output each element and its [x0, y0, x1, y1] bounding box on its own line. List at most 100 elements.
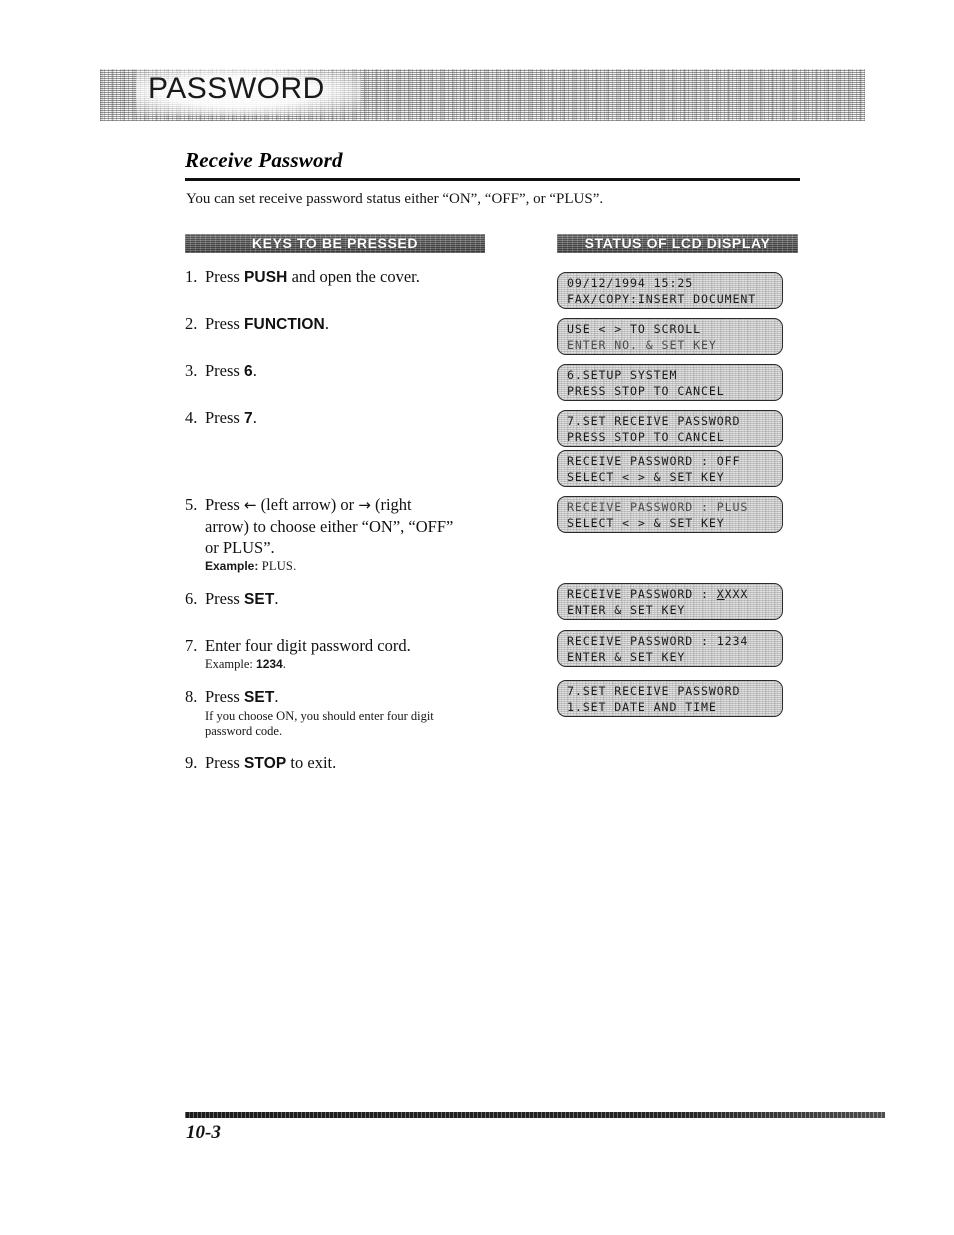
- example-tail: .: [282, 657, 286, 671]
- example-value: 1234: [256, 657, 283, 671]
- step-text-line3: or PLUS”.: [205, 538, 275, 557]
- step-text-tail: .: [274, 687, 279, 706]
- step-note-7: Example: 1234.: [185, 657, 515, 672]
- lcd-line-1: 7.SET RECEIVE PASSWORD: [567, 684, 741, 698]
- lcd-line-1: USE < > TO SCROLL: [567, 322, 701, 336]
- chapter-banner: PASSWORD: [100, 69, 865, 121]
- lcd-line-1: 7.SET RECEIVE PASSWORD: [567, 414, 741, 428]
- key-label-push: PUSH: [243, 269, 288, 286]
- step-text-tail: .: [252, 408, 257, 427]
- lcd-line-1: RECEIVE PASSWORD : 1234: [567, 634, 749, 648]
- lcd-line-1: 6.SETUP SYSTEM: [567, 368, 678, 382]
- step-number: 4.: [185, 408, 198, 427]
- lcd-line-2: FAX/COPY:INSERT DOCUMENT: [567, 291, 757, 306]
- lcd-panel-7: RECEIVE PASSWORD : XXXX ENTER & SET KEY: [557, 583, 783, 620]
- footer-divider: [185, 1112, 885, 1118]
- lcd-line-1: RECEIVE PASSWORD : OFF: [567, 454, 741, 468]
- step-number: 8.: [185, 687, 198, 706]
- lcd-line-2: 1.SET DATE AND TIME: [567, 699, 717, 714]
- step-text-mid: (left arrow) or: [256, 495, 359, 514]
- step-note-8: If you choose ON, you should enter four …: [185, 709, 515, 739]
- step-text-tail: (right: [370, 495, 412, 514]
- step-text: Enter four digit password cord.: [205, 636, 411, 655]
- step-item-4: 4. Press 7.: [185, 407, 515, 429]
- key-label-set: SET: [243, 591, 275, 608]
- step-item-3: 3. Press 6.: [185, 360, 515, 382]
- lcd-line-1: RECEIVE PASSWORD : XXXX: [567, 587, 782, 603]
- step-text: Press: [205, 267, 244, 286]
- key-label-set: SET: [243, 689, 275, 706]
- section-heading: Receive Password: [185, 148, 343, 172]
- intro-paragraph: You can set receive password status eith…: [186, 191, 604, 207]
- step-number: 7.: [185, 636, 198, 655]
- step-number: 3.: [185, 361, 198, 380]
- lcd-line-2: ENTER & SET KEY: [567, 602, 686, 617]
- lcd-panel-4: 7.SET RECEIVE PASSWORD PRESS STOP TO CAN…: [557, 410, 783, 447]
- step-text-tail: .: [274, 589, 279, 608]
- step-text-tail: and open the cover.: [287, 267, 420, 286]
- lcd-panel-6: RECEIVE PASSWORD : PLUS SELECT < > & SET…: [557, 496, 783, 533]
- lcd-column-header: STATUS OF LCD DISPLAY: [557, 234, 798, 253]
- step-text: Press: [205, 495, 244, 514]
- manual-page: PASSWORD Receive Password You can set re…: [0, 0, 954, 1235]
- step-item-2: 2. Press FUNCTION.: [185, 313, 515, 335]
- step-text-tail: .: [252, 361, 257, 380]
- lcd-line-1: RECEIVE PASSWORD : PLUS: [567, 500, 749, 514]
- step-text-tail: to exit.: [286, 753, 337, 772]
- step-item-7: 7. Enter four digit password cord. Exampl…: [185, 635, 515, 672]
- keys-column-header-label: KEYS TO BE PRESSED: [251, 235, 419, 251]
- lcd-line-2: PRESS STOP TO CANCEL: [567, 429, 725, 444]
- page-number: 10-3: [186, 1122, 221, 1143]
- step-number: 6.: [185, 589, 198, 608]
- step-item-9: 9. Press STOP to exit.: [185, 752, 515, 774]
- heading-divider: [185, 178, 800, 181]
- note-line-2: password code.: [205, 724, 283, 738]
- keys-column-header: KEYS TO BE PRESSED: [185, 234, 485, 253]
- lcd-line-2: PRESS STOP TO CANCEL: [567, 383, 725, 398]
- step-text: Press: [205, 753, 244, 772]
- step-number: 9.: [185, 753, 198, 772]
- step-item-8: 8. Press SET. If you choose ON, you shoul…: [185, 686, 515, 739]
- step-text-tail: .: [324, 314, 329, 333]
- footer-divider-texture: [185, 1112, 885, 1118]
- lcd-line-2: SELECT < > & SET KEY: [567, 515, 725, 530]
- lcd-line-2: SELECT < > & SET KEY: [567, 469, 725, 484]
- step-text: Press: [205, 361, 244, 380]
- lcd-column-header-label: STATUS OF LCD DISPLAY: [584, 235, 771, 251]
- example-label: Example:: [205, 657, 257, 671]
- step-text: Press: [205, 589, 244, 608]
- lcd-line-1-prefix: RECEIVE PASSWORD :: [567, 587, 717, 601]
- key-label-7: 7: [243, 410, 253, 427]
- step-text-line2: arrow) to choose either “ON”, “OFF”: [205, 517, 454, 536]
- lcd-panel-5: RECEIVE PASSWORD : OFF SELECT < > & SET …: [557, 450, 783, 487]
- key-label-function: FUNCTION: [243, 316, 325, 333]
- example-value: PLUS.: [261, 559, 297, 573]
- key-label-stop: STOP: [243, 755, 287, 772]
- lcd-panel-1: 09/12/1994 15:25 FAX/COPY:INSERT DOCUMEN…: [557, 272, 783, 309]
- note-line-1: If you choose ON, you should enter four …: [205, 709, 434, 723]
- step-item-6: 6. Press SET.: [185, 588, 515, 610]
- lcd-panel-8: RECEIVE PASSWORD : 1234 ENTER & SET KEY: [557, 630, 783, 667]
- step-number: 5.: [185, 495, 198, 514]
- lcd-line-1: 09/12/1994 15:25: [567, 276, 694, 290]
- lcd-line-1-suffix: XXX: [724, 587, 749, 601]
- step-item-5: 5. Press ← (left arrow) or → (right arrow…: [185, 494, 515, 574]
- left-arrow-icon: ←: [243, 496, 257, 514]
- step-number: 1.: [185, 267, 198, 286]
- step-text: Press: [205, 687, 244, 706]
- lcd-panel-2: USE < > TO SCROLL ENTER NO. & SET KEY: [557, 318, 783, 355]
- step-text: Press: [205, 314, 244, 333]
- chapter-title: PASSWORD: [148, 72, 325, 105]
- step-number: 2.: [185, 314, 198, 333]
- lcd-cursor-char: X: [716, 587, 725, 601]
- lcd-line-2: ENTER & SET KEY: [567, 649, 686, 664]
- lcd-panel-9: 7.SET RECEIVE PASSWORD 1.SET DATE AND TI…: [557, 680, 783, 717]
- step-note-5: Example: PLUS.: [185, 559, 515, 574]
- lcd-line-2: ENTER NO. & SET KEY: [567, 337, 717, 352]
- right-arrow-icon: →: [358, 496, 371, 514]
- key-label-6: 6: [243, 363, 253, 380]
- step-item-1: 1. Press PUSH and open the cover.: [185, 266, 515, 288]
- lcd-panel-3: 6.SETUP SYSTEM PRESS STOP TO CANCEL: [557, 364, 783, 401]
- step-text: Press: [205, 408, 244, 427]
- example-label: Example:: [205, 559, 262, 573]
